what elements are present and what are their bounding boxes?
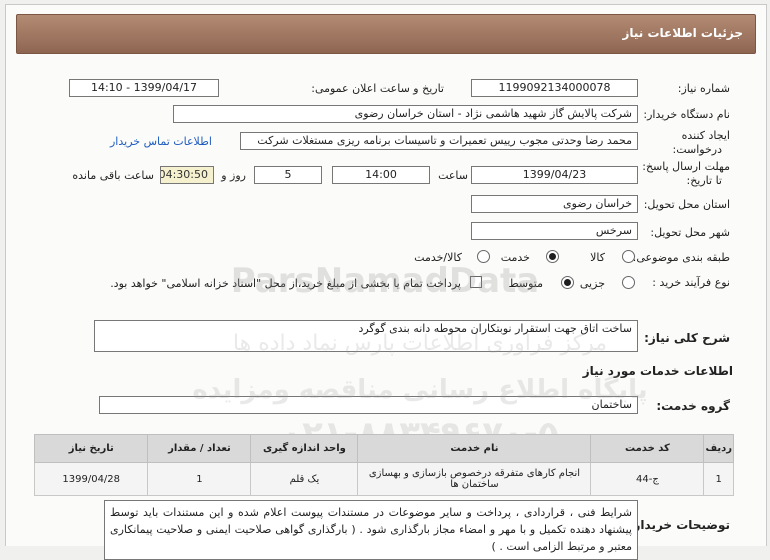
cell-unit: یک قلم [250, 462, 359, 496]
col-name-header: نام خدمت [357, 434, 592, 463]
watermark-line-1: مرکز فراوری اطلاعات پارس نماد داده ها [233, 331, 607, 356]
cell-qty: 1 [147, 462, 252, 496]
cell-code: ج-44 [590, 462, 705, 496]
services-table-header: ردیف کد خدمت نام خدمت واحد اندازه گیری ت… [33, 434, 734, 463]
col-qty-header: تعداد / مقدار [147, 434, 252, 463]
col-code-header: کد خدمت [590, 434, 705, 463]
col-date-header: تاریخ نیاز [33, 434, 149, 463]
buyer-notes-label: توضیحات خریدار: [628, 518, 730, 532]
watermark-brand: ParsNamadData [231, 261, 539, 301]
watermark-line-2: پایگاه اطلاع رسانی مناقصه ومزایده [192, 374, 647, 405]
services-table: ردیف کد خدمت نام خدمت واحد اندازه گیری ت… [33, 434, 734, 496]
col-row-header: ردیف [703, 434, 734, 463]
cell-date: 1399/04/28 [33, 462, 149, 496]
buyer-notes-field: شرایط فنی ، قراردادی ، پرداخت و سایر موض… [104, 500, 638, 560]
cell-name: انجام کارهای متفرقه درخصوص بازسازی و بهس… [357, 462, 592, 496]
cell-row: 1 [703, 462, 734, 496]
col-unit-header: واحد اندازه گیری [250, 434, 359, 463]
table-row: 1 ج-44 انجام کارهای متفرقه درخصوص بازساز… [33, 462, 734, 496]
